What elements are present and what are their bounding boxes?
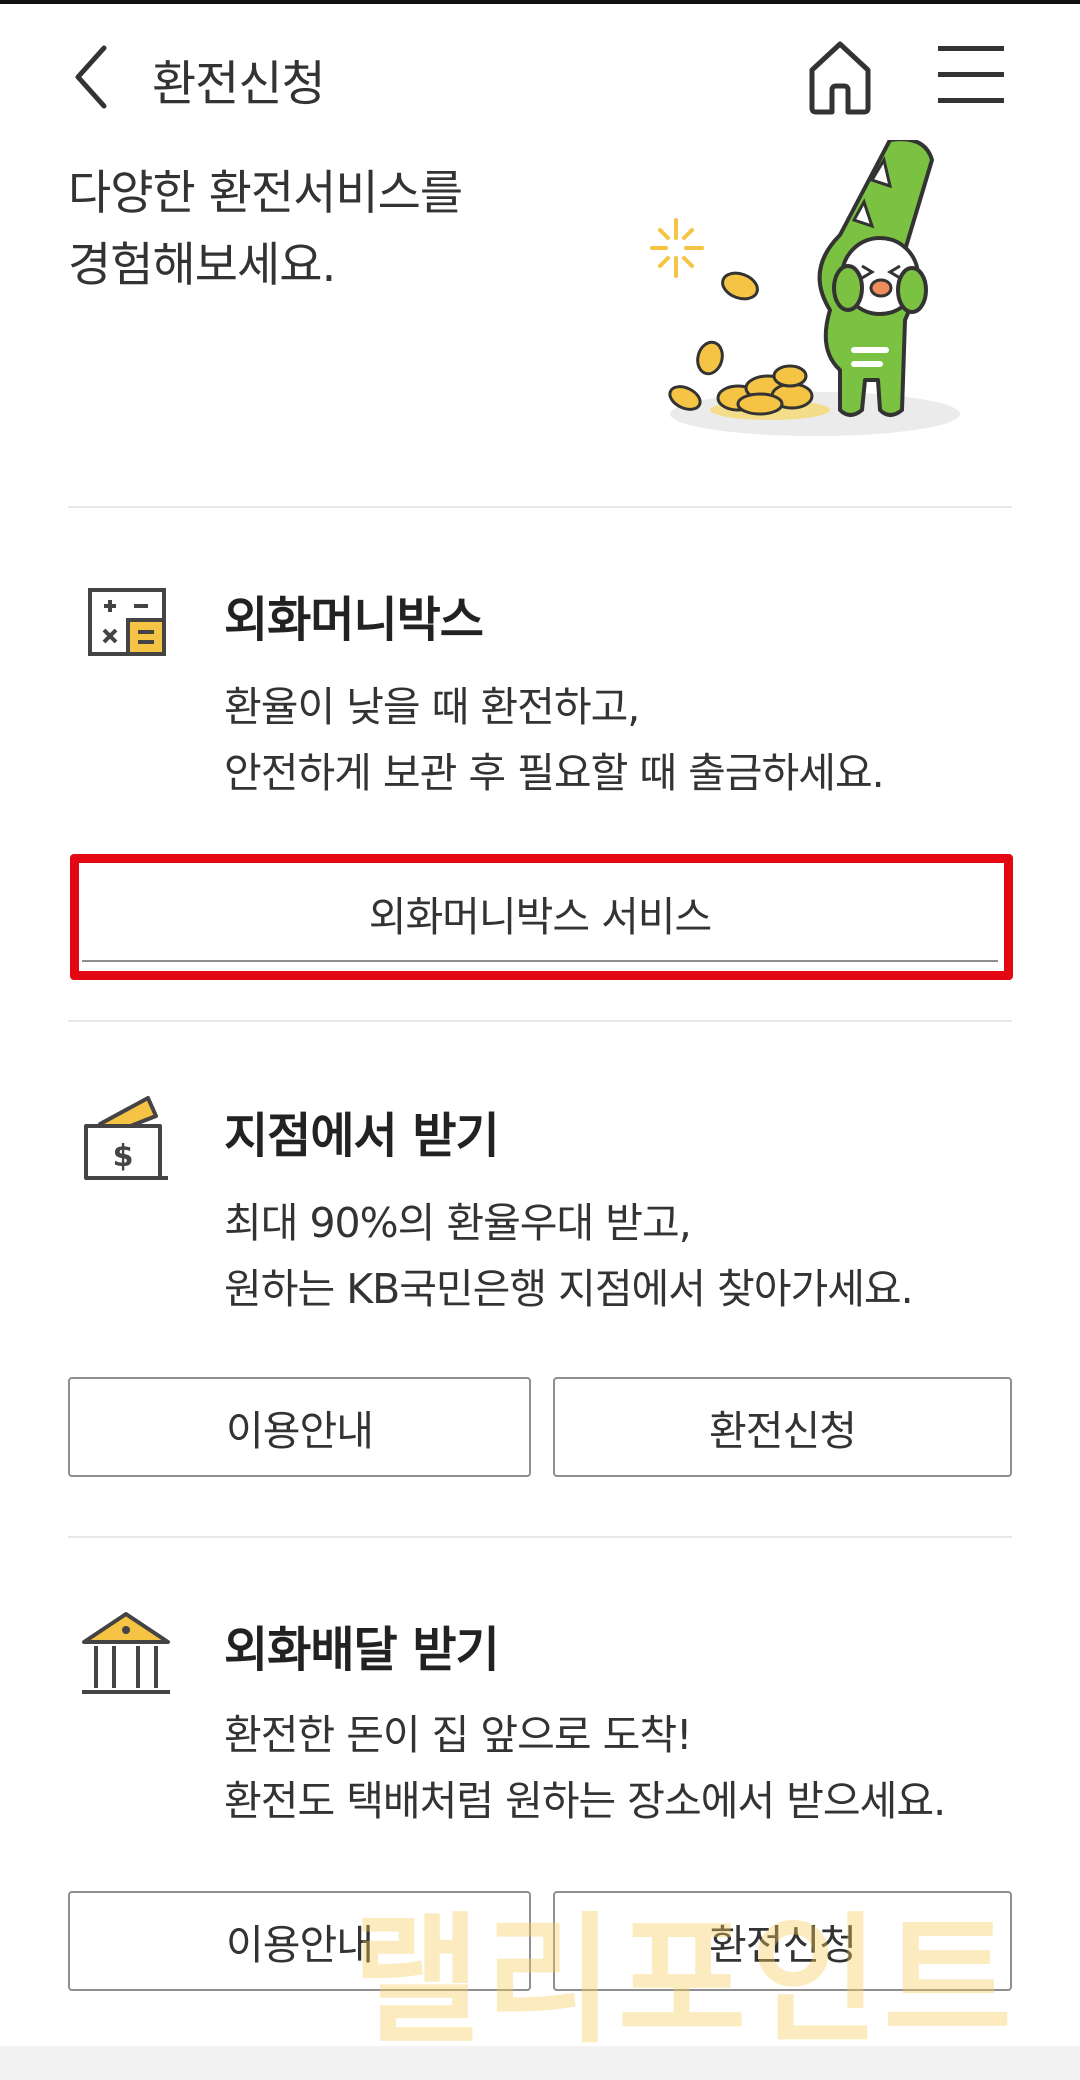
chevron-left-icon <box>75 45 107 109</box>
menu-button[interactable] <box>936 42 1006 106</box>
svg-text:$: $ <box>113 1139 134 1174</box>
desc-line: 안전하게 보관 후 필요할 때 출금하세요. <box>224 749 885 797</box>
service-title-moneybox: 외화머니박스 <box>224 592 484 648</box>
bank-building-icon <box>82 1612 170 1694</box>
section-divider <box>68 1020 1012 1022</box>
intro-line-2: 경험해보세요. <box>68 238 336 293</box>
app-header: 환전신청 <box>0 4 1080 136</box>
calculator-icon <box>88 588 166 656</box>
back-button[interactable] <box>66 40 126 114</box>
intro-text: 다양한 환전서비스를 경험해보세요. <box>68 158 463 302</box>
service-desc-branch: 최대 90%의 환율우대 받고, 원하는 KB국민은행 지점에서 찾아가세요. <box>224 1190 914 1322</box>
desc-line: 환전한 돈이 집 앞으로 도착! <box>224 1711 693 1759</box>
moneybox-service-button[interactable]: 외화머니박스 서비스 <box>82 866 998 962</box>
delivery-apply-button[interactable]: 환전신청 <box>553 1891 1012 1991</box>
desc-line: 환율이 낮을 때 환전하고, <box>224 683 640 731</box>
hamburger-menu-icon <box>938 46 1004 103</box>
wallet-dollar-icon: $ <box>84 1096 168 1180</box>
home-icon <box>809 41 871 115</box>
delivery-info-button[interactable]: 이용안내 <box>68 1891 531 1991</box>
branch-apply-button[interactable]: 환전신청 <box>553 1377 1012 1477</box>
desc-line: 최대 90%의 환율우대 받고, <box>224 1199 692 1247</box>
home-button[interactable] <box>804 36 876 116</box>
bottom-bar <box>0 2046 1080 2080</box>
service-title-branch: 지점에서 받기 <box>224 1108 500 1164</box>
desc-line: 원하는 KB국민은행 지점에서 찾아가세요. <box>224 1265 914 1313</box>
branch-info-button[interactable]: 이용안내 <box>68 1377 531 1477</box>
service-desc-moneybox: 환율이 낮을 때 환전하고, 안전하게 보관 후 필요할 때 출금하세요. <box>224 674 885 806</box>
section-divider <box>68 1536 1012 1538</box>
intro-line-1: 다양한 환전서비스를 <box>68 166 463 221</box>
desc-line: 환전도 택배처럼 원하는 장소에서 받으세요. <box>224 1777 946 1825</box>
section-divider <box>68 506 1012 508</box>
page-title: 환전신청 <box>152 56 326 112</box>
service-title-delivery: 외화배달 받기 <box>224 1622 500 1678</box>
mascot-illustration <box>650 140 960 436</box>
service-desc-delivery: 환전한 돈이 집 앞으로 도착! 환전도 택배처럼 원하는 장소에서 받으세요. <box>224 1702 946 1834</box>
